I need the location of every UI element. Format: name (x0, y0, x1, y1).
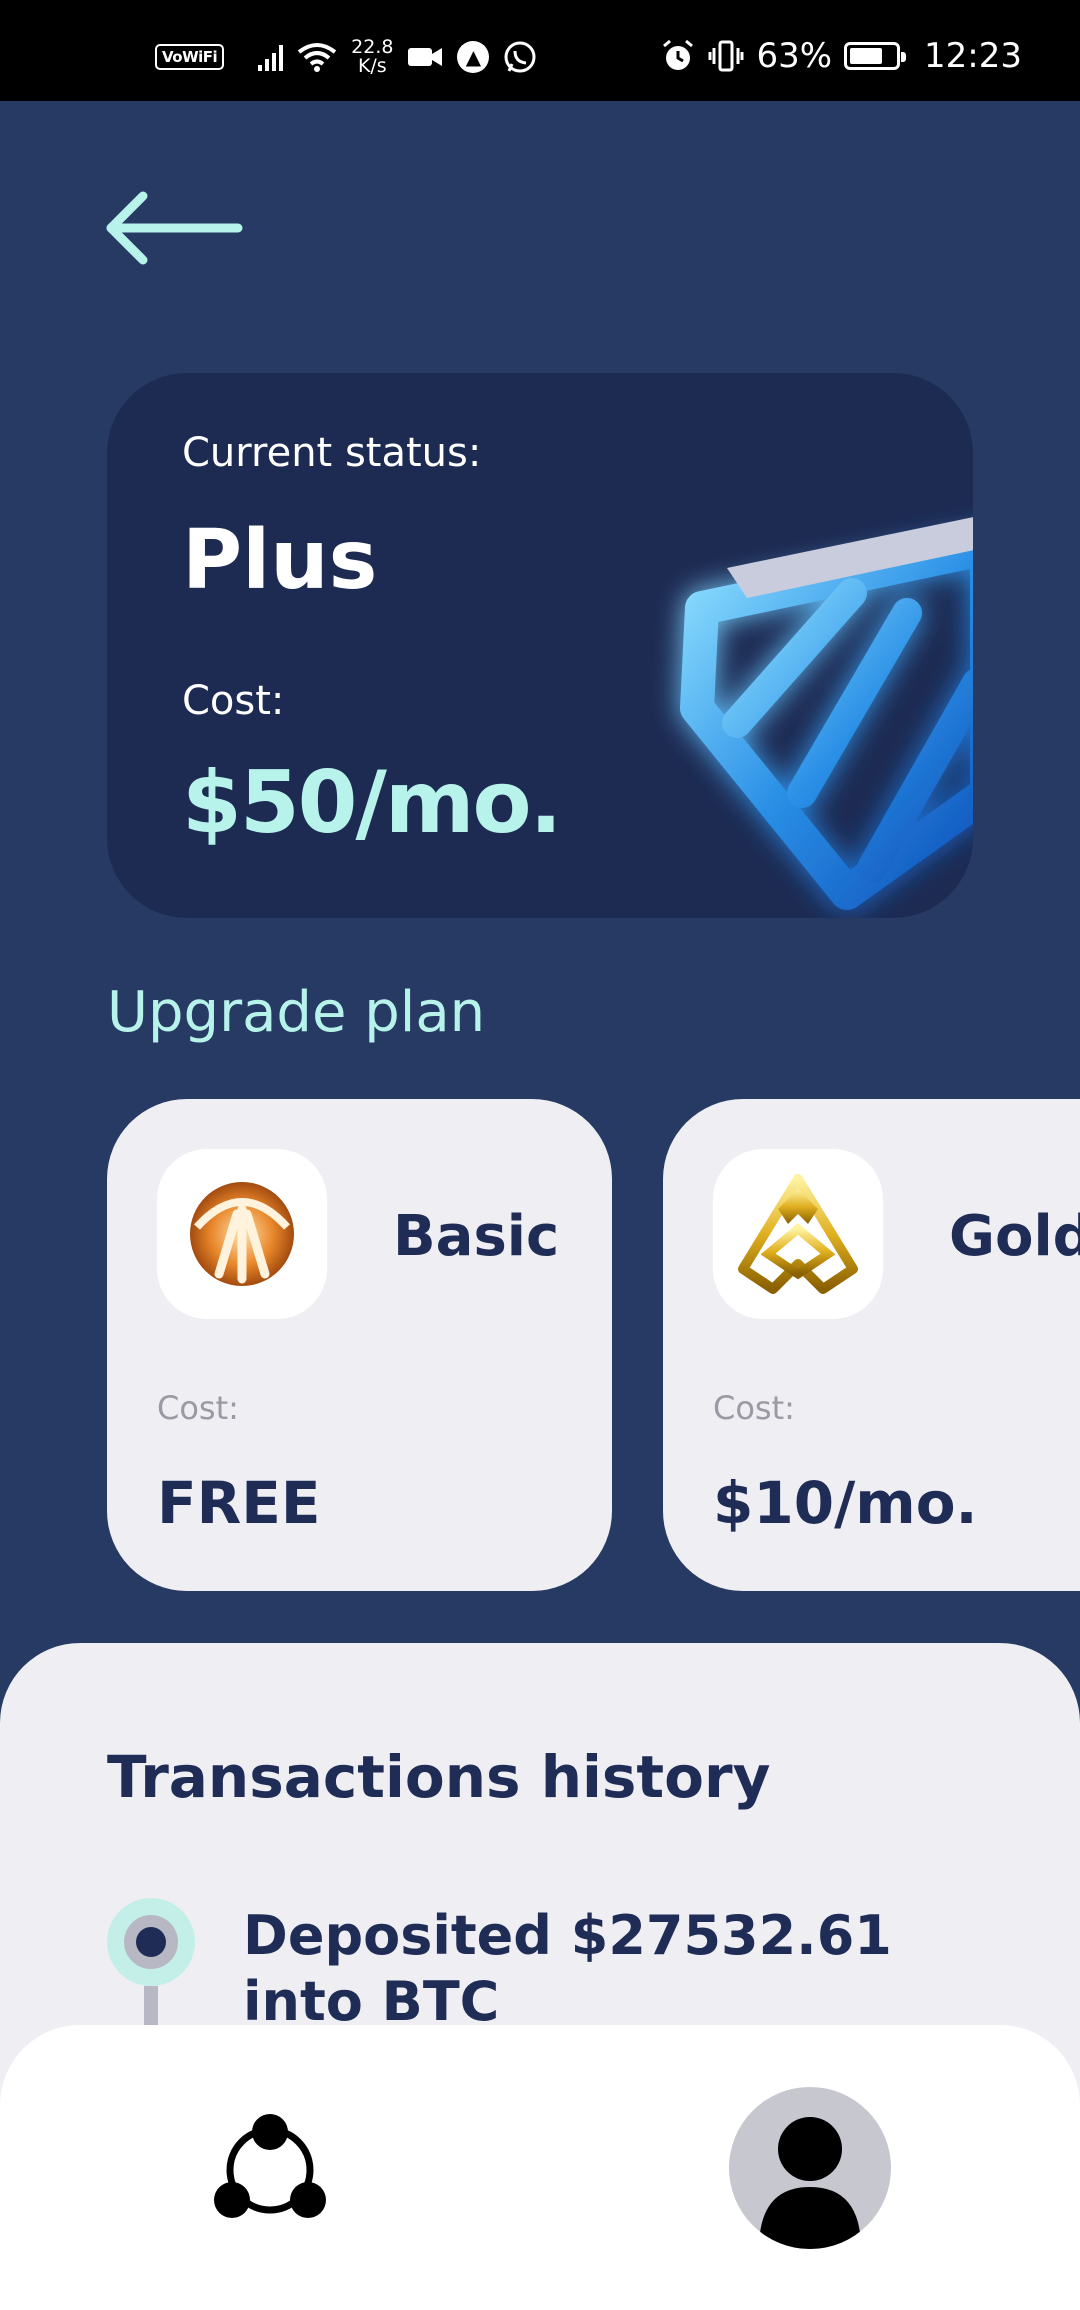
nav-profile-button[interactable] (729, 2087, 891, 2249)
plan-icon-box (713, 1149, 883, 1319)
wifi-icon (297, 43, 337, 72)
battery-level (850, 48, 882, 64)
vibrate-icon (708, 40, 744, 72)
clock: 12:23 (924, 36, 1022, 76)
vowifi-icon: VoWiFi (155, 44, 225, 70)
plan-card-gold[interactable]: Gold Cost: $10/mo. (663, 1099, 1080, 1591)
plan-name: Basic (393, 1204, 560, 1269)
nav-network-button[interactable] (210, 2110, 330, 2230)
current-plan-name: Plus (182, 513, 378, 608)
plan-cost-value: $10/mo. (713, 1469, 978, 1537)
plan-cost-value: FREE (157, 1469, 321, 1537)
whatsapp-icon (504, 41, 536, 73)
plan-card-basic[interactable]: Basic Cost: FREE (107, 1099, 612, 1591)
status-bar: VoWiFi 22.8 K/s ▲ 63% 12:23 (0, 0, 1080, 101)
bronze-badge-icon (190, 1182, 294, 1286)
plan-name: Gold (949, 1204, 1080, 1269)
arrow-left-icon (106, 191, 243, 265)
current-status-label: Current status: (182, 430, 482, 476)
upgrade-plan-title: Upgrade plan (107, 980, 486, 1045)
net-speed-unit: K/s (357, 55, 387, 77)
alarm-icon (663, 39, 694, 70)
plan-cost-label: Cost: (713, 1389, 795, 1427)
plan-icon-box (157, 1149, 327, 1319)
net-speed: 22.8 K/s (351, 38, 393, 76)
timeline-dot-icon (107, 1898, 195, 1986)
back-button[interactable] (103, 188, 243, 268)
battery-icon (844, 42, 907, 70)
bottom-navigation (0, 2025, 1080, 2310)
gold-badge-icon (738, 1174, 858, 1294)
current-cost-label: Cost: (182, 678, 285, 724)
battery-percent: 63% (756, 36, 833, 76)
video-icon (408, 48, 443, 66)
plus-badge-icon (680, 517, 973, 910)
signal-icon (258, 43, 284, 71)
current-cost-value: $50/mo. (182, 753, 562, 853)
profile-icon (759, 2117, 861, 2249)
current-plan-card: Current status: Plus Cost: $50/mo. (107, 373, 973, 918)
transactions-title: Transactions history (107, 1743, 771, 1811)
transaction-item[interactable]: Deposited $27532.61 into BTC (243, 1903, 943, 2035)
plan-cost-label: Cost: (157, 1389, 239, 1427)
network-icon (214, 2114, 326, 2218)
app-icon: ▲ (457, 41, 490, 73)
